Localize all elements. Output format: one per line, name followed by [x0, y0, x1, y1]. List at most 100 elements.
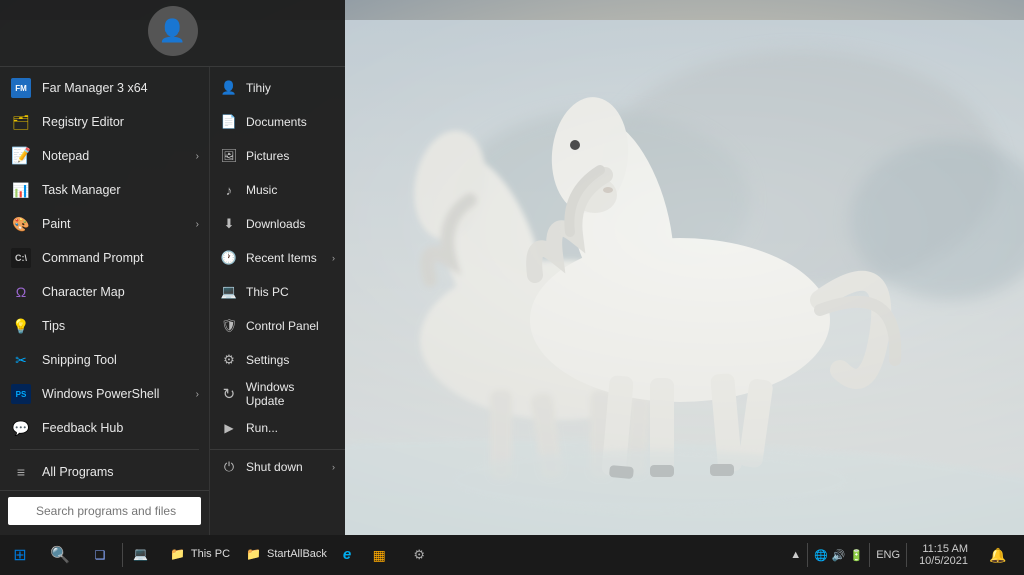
menu-item-snipping-tool[interactable]: ✂ Snipping Tool: [0, 343, 209, 377]
right-item-recent[interactable]: 🕐 Recent Items ›: [210, 241, 345, 275]
taskbar-app-extra[interactable]: ⚙: [399, 535, 439, 575]
right-item-settings[interactable]: ⚙ Settings: [210, 343, 345, 377]
user-area: 👤: [0, 0, 345, 67]
taskbar-separator-1: [122, 543, 123, 567]
right-music-icon: ♪: [220, 181, 238, 199]
taskbar-app-this-pc[interactable]: 💻: [125, 535, 162, 575]
right-recent-label: Recent Items: [246, 251, 317, 265]
hidden-icons-button[interactable]: ▲: [790, 549, 801, 561]
paint-icon: 🎨: [10, 213, 32, 235]
search-input[interactable]: [8, 497, 201, 525]
right-item-this-pc[interactable]: 💻 This PC: [210, 275, 345, 309]
user-avatar[interactable]: 👤: [148, 6, 198, 56]
menu-item-character-map[interactable]: Ω Character Map: [0, 275, 209, 309]
taskbar-app-files[interactable]: ▦: [359, 535, 399, 575]
right-username-label: Tihiy: [246, 81, 271, 95]
right-item-documents[interactable]: 📄 Documents: [210, 105, 345, 139]
task-manager-label: Task Manager: [42, 183, 199, 197]
tray-separator-2: [869, 543, 870, 567]
feedback-hub-icon: 💬: [10, 417, 32, 439]
notification-button[interactable]: 🔔: [978, 535, 1018, 575]
left-column: FM Far Manager 3 x64 🗂 Registry Editor 📝…: [0, 67, 210, 535]
menu-separator: [10, 449, 199, 450]
right-windows-update-icon: ↻: [220, 385, 238, 403]
character-map-label: Character Map: [42, 285, 199, 299]
right-downloads-icon: ⬇: [220, 215, 238, 233]
user-avatar-icon: 👤: [159, 18, 186, 44]
tray-separator: [807, 543, 808, 567]
paint-label: Paint: [42, 217, 186, 231]
right-run-label: Run...: [246, 421, 278, 435]
far-manager-icon: FM: [10, 77, 32, 99]
right-shutdown-arrow: ›: [332, 462, 335, 472]
clock-area[interactable]: 11:15 AM 10/5/2021: [913, 543, 974, 567]
right-recent-icon: 🕐: [220, 249, 238, 267]
extra-icon: ⚙: [413, 547, 425, 563]
network-icon[interactable]: 🌐: [814, 549, 828, 562]
menu-item-registry-editor[interactable]: 🗂 Registry Editor: [0, 105, 209, 139]
right-this-pc-icon: 💻: [220, 283, 238, 301]
notepad-icon: 📝: [10, 145, 32, 167]
desktop: 👤 FM Far Manager 3 x64 🗂 Registry Editor: [0, 0, 1024, 575]
right-item-windows-update[interactable]: ↻ Windows Update: [210, 377, 345, 411]
menu-item-task-manager[interactable]: 📊 Task Manager: [0, 173, 209, 207]
task-manager-icon: 📊: [10, 179, 32, 201]
right-pictures-icon: 🖼: [220, 147, 238, 165]
powershell-arrow: ›: [196, 389, 199, 400]
clock-time: 11:15 AM: [922, 543, 968, 555]
menu-body: FM Far Manager 3 x64 🗂 Registry Editor 📝…: [0, 67, 345, 535]
taskbar-search-button[interactable]: 🔍: [40, 535, 80, 575]
command-prompt-label: Command Prompt: [42, 251, 199, 265]
search-wrapper: 🔍: [8, 497, 201, 525]
right-user-icon: 👤: [220, 79, 238, 97]
right-item-pictures[interactable]: 🖼 Pictures: [210, 139, 345, 173]
edge-taskbar-icon: e: [343, 546, 351, 563]
right-control-panel-label: Control Panel: [246, 319, 319, 333]
right-item-username[interactable]: 👤 Tihiy: [210, 71, 345, 105]
system-tray: ▲ 🌐 🔊 🔋 ENG: [790, 543, 909, 567]
paint-arrow: ›: [196, 219, 199, 230]
command-prompt-icon: C:\: [10, 247, 32, 269]
taskbar-app-edge[interactable]: e: [335, 535, 359, 575]
task-view-button[interactable]: ❑: [80, 535, 120, 575]
right-item-shutdown[interactable]: ⏻ Shut down ›: [210, 449, 345, 483]
files-icon: ▦: [373, 547, 386, 564]
right-item-run[interactable]: ▶ Run...: [210, 411, 345, 445]
windows-logo-icon: ⊞: [13, 545, 26, 565]
taskbar-app-startallback[interactable]: 📁 This PC: [162, 535, 238, 575]
feedback-hub-label: Feedback Hub: [42, 421, 199, 435]
right-item-downloads[interactable]: ⬇ Downloads: [210, 207, 345, 241]
right-recent-arrow: ›: [332, 253, 335, 263]
taskbar: ⊞ 🔍 ❑ 💻 📁 This PC 📁: [0, 535, 1024, 575]
all-programs-icon: ≡: [10, 461, 32, 483]
registry-editor-label: Registry Editor: [42, 115, 199, 129]
menu-item-far-manager[interactable]: FM Far Manager 3 x64: [0, 71, 209, 105]
start-button[interactable]: ⊞: [0, 535, 40, 575]
taskbar-app-windows-folder[interactable]: 📁 StartAllBack: [238, 535, 335, 575]
menu-item-all-programs[interactable]: ≡ All Programs: [0, 454, 209, 490]
menu-item-paint[interactable]: 🎨 Paint ›: [0, 207, 209, 241]
right-pictures-label: Pictures: [246, 149, 289, 163]
character-map-icon: Ω: [10, 281, 32, 303]
snipping-tool-icon: ✂: [10, 349, 32, 371]
volume-icon[interactable]: 🔊: [832, 549, 846, 562]
taskbar-left: ⊞ 🔍 ❑ 💻 📁 This PC 📁: [0, 535, 784, 575]
right-documents-label: Documents: [246, 115, 307, 129]
right-column: 👤 Tihiy 📄 Documents 🖼 Pictures ♪ Music: [210, 67, 345, 535]
tips-label: Tips: [42, 319, 199, 333]
this-pc-taskbar-icon: 💻: [133, 547, 148, 561]
right-item-control-panel[interactable]: 🛡 Control Panel: [210, 309, 345, 343]
right-item-music[interactable]: ♪ Music: [210, 173, 345, 207]
menu-item-feedback-hub[interactable]: 💬 Feedback Hub: [0, 411, 209, 445]
start-menu: 👤 FM Far Manager 3 x64 🗂 Registry Editor: [0, 0, 345, 535]
menu-item-notepad[interactable]: 📝 Notepad ›: [0, 139, 209, 173]
menu-item-command-prompt[interactable]: C:\ Command Prompt: [0, 241, 209, 275]
right-shutdown-label: Shut down: [246, 460, 303, 474]
all-programs-label: All Programs: [42, 465, 114, 479]
menu-item-tips[interactable]: 💡 Tips: [0, 309, 209, 343]
powershell-label: Windows PowerShell: [42, 387, 186, 401]
notepad-label: Notepad: [42, 149, 186, 163]
language-indicator[interactable]: ENG: [876, 549, 900, 561]
menu-item-windows-powershell[interactable]: PS Windows PowerShell ›: [0, 377, 209, 411]
right-windows-update-label: Windows Update: [246, 380, 335, 408]
